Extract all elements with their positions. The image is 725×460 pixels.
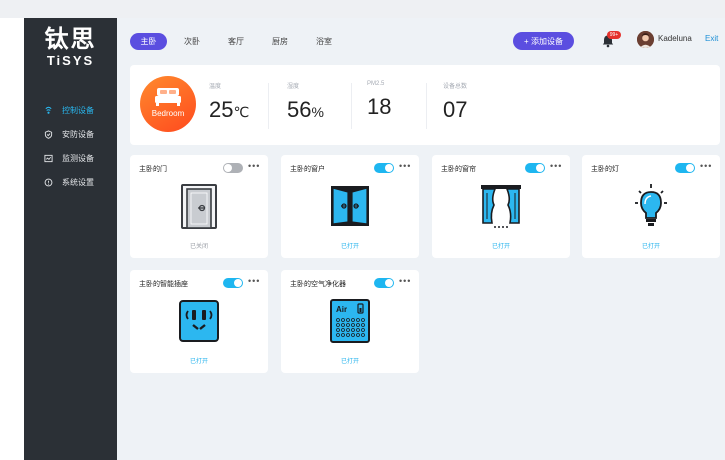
temperature-unit: ℃ — [233, 104, 250, 120]
room-badge: Bedroom — [140, 76, 196, 132]
app-window: 钛思 TiSYS 控制设备 安防设备 监测设备 系统设置 主卧 次卧 客厅 厨房… — [24, 18, 725, 460]
room-stats-panel: Bedroom 温度 25℃ 湿度 56% PM2.5 18 设备总数 07 — [130, 65, 720, 145]
notification-badge: 99+ — [607, 31, 621, 39]
humidity-value: 56 — [287, 97, 312, 122]
socket-icon — [179, 300, 219, 342]
pm25-label: PM2.5 — [367, 81, 385, 87]
sidebar-item-label: 系统设置 — [62, 177, 94, 187]
device-card-curtain: 主卧的窗帘 ••• 已打开 — [432, 155, 570, 258]
username: Kadeluna — [658, 34, 692, 43]
window-icon — [331, 186, 369, 226]
device-name: 主卧的灯 — [591, 166, 619, 173]
device-card-window: 主卧的窗户 ••• 已打开 — [281, 155, 419, 258]
humidity-unit: % — [311, 104, 324, 120]
divider — [351, 83, 352, 129]
shield-icon — [44, 129, 53, 139]
sidebar-item-label: 控制设备 — [62, 105, 94, 115]
tab-bathroom[interactable]: 浴室 — [309, 33, 339, 50]
device-name: 主卧的智能插座 — [139, 281, 188, 288]
device-toggle[interactable] — [525, 163, 545, 173]
sidebar-item-control[interactable]: 控制设备 — [24, 98, 117, 122]
sidebar-item-monitor[interactable]: 监测设备 — [24, 146, 117, 170]
header: 主卧 次卧 客厅 厨房 浴室 + 添加设备 99+ Kadeluna Exit — [117, 18, 725, 62]
tab-second-bedroom[interactable]: 次卧 — [177, 33, 207, 50]
device-name: 主卧的空气净化器 — [290, 281, 346, 288]
room-label: Bedroom — [151, 109, 185, 118]
divider — [268, 83, 269, 129]
device-card-air-purifier: 主卧的空气净化器 ••• Air 已打开 — [281, 270, 419, 373]
temperature-label: 温度 — [209, 84, 222, 90]
sidebar-item-label: 监测设备 — [62, 153, 94, 163]
control-icon — [44, 106, 53, 115]
curtain-icon — [481, 185, 521, 228]
device-toggle[interactable] — [223, 278, 243, 288]
device-count-value: 07 — [443, 97, 468, 122]
sidebar-item-security[interactable]: 安防设备 — [24, 122, 117, 146]
humidity-label: 湿度 — [287, 84, 300, 90]
humidity-stat: 湿度 56% — [287, 81, 324, 123]
more-options-icon[interactable]: ••• — [550, 161, 562, 171]
temperature-value: 25 — [209, 97, 234, 122]
brand-logo: 钛思 TiSYS — [24, 26, 117, 68]
device-toggle[interactable] — [675, 163, 695, 173]
device-name: 主卧的窗帘 — [441, 166, 476, 173]
brand-name-cn: 钛思 — [44, 26, 97, 53]
tab-living-room[interactable]: 客厅 — [221, 33, 251, 50]
device-count-label: 设备总数 — [443, 84, 468, 90]
device-status: 已打开 — [189, 359, 208, 365]
more-options-icon[interactable]: ••• — [248, 276, 260, 286]
avatar[interactable] — [637, 31, 654, 48]
pm25-value: 18 — [367, 94, 392, 119]
bed-icon — [155, 88, 181, 106]
device-count-stat: 设备总数 07 — [443, 81, 467, 121]
device-toggle[interactable] — [374, 163, 394, 173]
device-status: 已打开 — [340, 359, 359, 365]
pm25-stat: PM2.5 18 — [367, 81, 391, 118]
exit-link[interactable]: Exit — [705, 34, 718, 43]
tab-kitchen[interactable]: 厨房 — [265, 33, 295, 50]
sidebar-item-settings[interactable]: 系统设置 — [24, 170, 117, 194]
device-status: 已打开 — [340, 244, 359, 250]
more-options-icon[interactable]: ••• — [399, 276, 411, 286]
device-name: 主卧的窗户 — [290, 166, 325, 173]
more-options-icon[interactable]: ••• — [399, 161, 411, 171]
door-icon — [181, 184, 217, 229]
browser-top-strip — [0, 0, 725, 18]
device-status: 已打开 — [641, 244, 660, 250]
divider — [426, 83, 427, 129]
sidebar-nav: 控制设备 安防设备 监测设备 系统设置 — [24, 98, 117, 194]
device-name: 主卧的门 — [139, 166, 167, 173]
device-status: 已关闭 — [189, 244, 208, 250]
more-options-icon[interactable]: ••• — [248, 161, 260, 171]
brand-name-en: TiSYS — [46, 53, 95, 68]
device-toggle[interactable] — [223, 163, 243, 173]
sidebar: 钛思 TiSYS 控制设备 安防设备 监测设备 系统设置 — [24, 18, 117, 460]
sidebar-item-label: 安防设备 — [62, 129, 94, 139]
add-device-button[interactable]: + 添加设备 — [513, 32, 574, 50]
settings-icon — [44, 178, 53, 187]
air-purifier-icon: Air — [330, 299, 370, 343]
lightbulb-icon — [635, 184, 667, 226]
device-status: 已打开 — [491, 244, 510, 250]
more-options-icon[interactable]: ••• — [700, 161, 712, 171]
device-card-light: 主卧的灯 ••• 已打开 — [582, 155, 720, 258]
air-purifier-label: Air — [336, 305, 347, 314]
device-card-socket: 主卧的智能插座 ••• 已打开 — [130, 270, 268, 373]
device-toggle[interactable] — [374, 278, 394, 288]
device-card-door: 主卧的门 ••• 已关闭 — [130, 155, 268, 258]
temperature-stat: 温度 25℃ — [209, 81, 249, 123]
tab-master-bedroom[interactable]: 主卧 — [130, 33, 167, 50]
monitor-icon — [44, 154, 53, 163]
